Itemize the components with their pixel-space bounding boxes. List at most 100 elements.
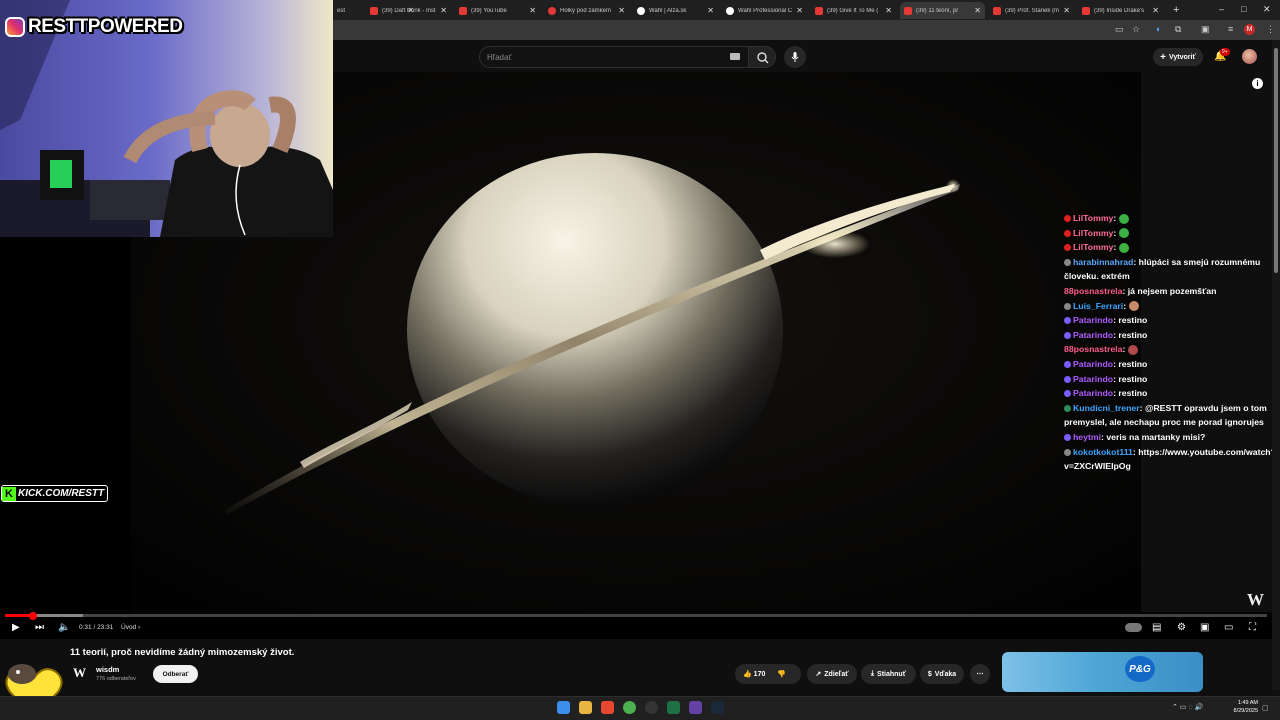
create-label: Vytvoriť (1169, 53, 1196, 61)
ad-banner[interactable] (1002, 652, 1203, 692)
media-icon[interactable]: ≡ (1228, 24, 1233, 34)
chat-separator: : (1123, 300, 1129, 311)
create-button[interactable]: + Vytvoriť (1153, 48, 1203, 66)
browser-tab[interactable]: (39) Daft Punk - Inst ✕ (366, 2, 451, 19)
kick-logo-icon: K (2, 486, 16, 501)
more-actions-button[interactable]: ⋯ (970, 664, 990, 684)
stream-chat: LilTommy: LilTommy: LilTommy: harabinnah… (1064, 211, 1276, 474)
chat-username: heytmi (1073, 431, 1102, 442)
chat-username: harabinnahrad (1073, 256, 1134, 267)
chat-text: veris na martanky misi? (1106, 431, 1206, 442)
profile-icon[interactable]: M (1244, 24, 1255, 35)
browser-tab[interactable]: Wahl Professional C ✕ (722, 2, 807, 19)
info-icon[interactable]: i (1252, 78, 1263, 89)
close-tab-icon[interactable]: ✕ (1063, 6, 1070, 15)
close-tab-icon[interactable]: ✕ (796, 6, 803, 15)
user-badge-icon (1064, 258, 1071, 266)
chat-separator: : (1122, 344, 1128, 355)
browser-menu-icon[interactable]: ⋮ (1266, 24, 1275, 35)
plus-icon: + (1160, 51, 1166, 63)
extension-icon[interactable]: ◐ (1156, 24, 1161, 34)
streaming-app-icon[interactable] (689, 701, 702, 714)
user-badge-icon (1064, 361, 1071, 369)
chat-username: Luis_Ferrari (1073, 300, 1124, 311)
like-button[interactable]: 👍 170 (743, 670, 765, 678)
time-display: 0:31 / 23:31 (79, 624, 114, 631)
channel-name[interactable]: wisdm (96, 665, 119, 674)
chat-message: 88posnastrela: já nejsem pozemšťan (1064, 284, 1276, 299)
steam-icon[interactable] (711, 701, 724, 714)
user-badge-icon (1064, 404, 1071, 412)
excel-icon[interactable] (667, 701, 680, 714)
search-input[interactable]: Hľadať (479, 46, 749, 68)
red-dot-favicon-icon (548, 6, 556, 15)
browser-tab[interactable]: (39) Prof. Stanek (m ✕ (989, 2, 1074, 19)
brave-browser-icon[interactable] (601, 701, 614, 714)
browser-tab[interactable]: Holky pod zámkem ✕ (544, 2, 629, 19)
browser-tab[interactable]: (39) 11 teorií, pr ✕ (900, 2, 985, 19)
minimize-button[interactable]: – (1219, 4, 1224, 14)
close-tab-icon[interactable]: ✕ (440, 6, 447, 15)
search-button[interactable] (748, 46, 776, 68)
browser-tab[interactable]: (39) YouTube ✕ (455, 2, 540, 19)
autoplay-toggle[interactable] (1125, 623, 1142, 632)
progress-bar[interactable] (5, 614, 1267, 617)
browser-tab[interactable]: (39) Give It To Me ( ✕ (811, 2, 896, 19)
voice-search-button[interactable] (784, 46, 806, 68)
dislike-button[interactable]: 👎 (777, 670, 786, 678)
browser-tab[interactable]: (39) Inside Drake's ✕ (1078, 2, 1163, 19)
volume-icon[interactable]: 🔈 (58, 622, 70, 633)
download-button[interactable]: ⤓ Stiahnuť (861, 664, 916, 684)
channel-logo[interactable]: W (73, 665, 88, 680)
subscribe-button[interactable]: Odberať (153, 665, 198, 683)
subtitles-icon[interactable]: ▤ (1152, 622, 1161, 633)
chat-message: LilTommy: (1064, 240, 1276, 255)
start-icon[interactable] (557, 701, 570, 714)
file-explorer-icon[interactable] (579, 701, 592, 714)
new-tab-button[interactable]: + (1173, 4, 1179, 16)
chat-separator: : (1113, 213, 1119, 223)
chat-message: Kundicni_trener: @RESTT opravdu jsem o t… (1064, 401, 1276, 430)
theater-mode-icon[interactable]: ▭ (1224, 622, 1233, 633)
keyboard-icon[interactable] (730, 53, 740, 60)
next-icon[interactable]: ⏭ (35, 622, 44, 633)
chat-username: Patarindo (1073, 373, 1114, 384)
chat-message: 88posnastrela: (1064, 342, 1276, 357)
chapter-label[interactable]: Úvod › (121, 624, 140, 631)
notification-center-icon[interactable]: ▢ (1262, 704, 1269, 712)
maximize-button[interactable]: □ (1241, 4, 1246, 14)
scrollbar-thumb[interactable] (1274, 48, 1278, 273)
extensions-puzzle-icon[interactable]: ⧉ (1175, 24, 1181, 35)
settings-gear-icon[interactable]: ⚙ (1177, 622, 1186, 633)
cast-icon[interactable]: ▭ (1115, 24, 1124, 35)
account-avatar[interactable] (1242, 49, 1257, 64)
browser-tab[interactable]: Wahl | Alza.sk ✕ (633, 2, 718, 19)
share-button[interactable]: ↗ Zdieľať (807, 664, 857, 684)
chrome-icon[interactable] (623, 701, 636, 714)
fullscreen-icon[interactable]: ⛶ (1249, 622, 1256, 633)
youtube-favicon-icon (370, 6, 378, 15)
close-window-button[interactable]: ✕ (1263, 4, 1271, 15)
close-tab-icon[interactable]: ✕ (974, 6, 981, 15)
miniplayer-icon[interactable]: ▣ (1200, 622, 1209, 633)
close-tab-icon[interactable]: ✕ (529, 6, 536, 15)
browser-tab-label: (39) Give It To Me ( (827, 7, 879, 14)
chat-username: Patarindo (1073, 329, 1114, 340)
close-tab-icon[interactable]: ✕ (707, 6, 714, 15)
play-icon[interactable]: ▶ (12, 622, 20, 633)
browser-tab-label: (39) 11 teorií, pr (916, 7, 959, 14)
app-icon[interactable] (645, 701, 658, 714)
close-tab-icon[interactable]: ✕ (1152, 6, 1159, 15)
video-watermark: W (1247, 590, 1264, 609)
tab-search-icon[interactable]: ▣ (1201, 24, 1210, 35)
thanks-button[interactable]: $ Vďaka (920, 664, 964, 684)
taskbar-clock[interactable]: 1:49 AM 8/29/2025 (1228, 699, 1258, 715)
chat-emote-icon (1118, 228, 1129, 239)
thumbs-up-icon: 👍 (743, 671, 752, 678)
close-tab-icon[interactable]: ✕ (885, 6, 892, 15)
chat-separator: : (1113, 242, 1119, 253)
system-tray[interactable]: ⌃ ▭ ◌ 🔊 (1172, 703, 1203, 711)
bookmark-star-icon[interactable]: ☆ (1132, 24, 1140, 35)
clock-time: 1:49 AM (1237, 700, 1258, 706)
close-tab-icon[interactable]: ✕ (618, 6, 625, 15)
